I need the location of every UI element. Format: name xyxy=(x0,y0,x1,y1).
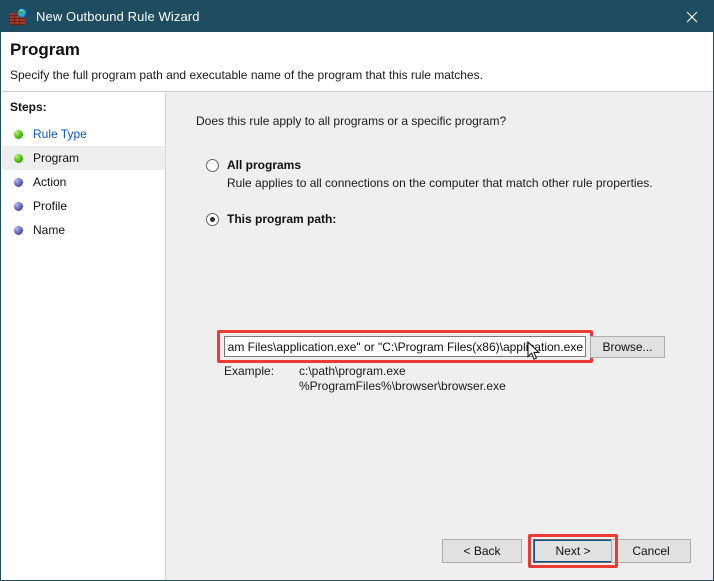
page-subtitle: Specify the full program path and execut… xyxy=(10,68,483,82)
question-text: Does this rule apply to all programs or … xyxy=(196,114,507,128)
radio-label-this-program-path: This program path: xyxy=(227,212,337,226)
steps-heading: Steps: xyxy=(10,100,47,114)
radio-option-all-programs[interactable]: All programs xyxy=(206,158,301,172)
window-title: New Outbound Rule Wizard xyxy=(36,9,200,24)
radio-icon-this-program-path[interactable] xyxy=(206,213,219,226)
page-header: Program Specify the full program path an… xyxy=(2,32,713,89)
sidebar-item-label: Profile xyxy=(33,199,68,213)
example-line-1: c:\path\program.exe xyxy=(299,364,406,378)
next-button[interactable]: Next > xyxy=(533,539,613,563)
sidebar-item-label: Rule Type xyxy=(33,127,87,141)
radio-icon-all-programs[interactable] xyxy=(206,159,219,172)
close-icon[interactable] xyxy=(669,1,713,32)
example-line-2: %ProgramFiles%\browser\browser.exe xyxy=(299,379,506,393)
browse-button[interactable]: Browse... xyxy=(590,336,665,358)
step-bullet-icon xyxy=(14,129,23,139)
radio-label-all-programs: All programs xyxy=(227,158,302,172)
main-content: Does this rule apply to all programs or … xyxy=(166,91,713,580)
sidebar-item-action[interactable]: Action xyxy=(2,170,165,194)
sidebar-item-name[interactable]: Name xyxy=(2,218,165,242)
title-bar: New Outbound Rule Wizard xyxy=(1,1,713,32)
page-title: Program xyxy=(10,40,80,59)
program-path-input[interactable] xyxy=(224,336,586,357)
back-button[interactable]: < Back xyxy=(442,539,522,563)
steps-list: Rule Type Program Action Profile Name xyxy=(2,122,165,242)
radio-option-this-program-path[interactable]: This program path: xyxy=(206,212,336,226)
example-values: c:\path\program.exe %ProgramFiles%\brows… xyxy=(299,364,506,394)
sidebar-item-label: Program xyxy=(33,151,80,165)
step-bullet-icon xyxy=(14,225,23,235)
step-bullet-icon xyxy=(14,177,23,187)
firewall-icon xyxy=(10,8,27,25)
sidebar-item-rule-type[interactable]: Rule Type xyxy=(2,122,165,146)
sidebar-item-label: Action xyxy=(33,175,67,189)
sidebar-item-profile[interactable]: Profile xyxy=(2,194,165,218)
wizard-window: New Outbound Rule Wizard Program Specify… xyxy=(0,0,714,581)
steps-sidebar: Steps: Rule Type Program Action Profile … xyxy=(2,91,166,580)
sidebar-item-label: Name xyxy=(33,223,66,237)
step-bullet-icon xyxy=(14,201,23,211)
example-label: Example: xyxy=(224,364,275,378)
all-programs-description: Rule applies to all connections on the c… xyxy=(227,176,653,190)
step-bullet-icon xyxy=(14,153,23,163)
sidebar-item-program[interactable]: Program xyxy=(2,146,165,170)
cancel-button[interactable]: Cancel xyxy=(611,539,691,563)
